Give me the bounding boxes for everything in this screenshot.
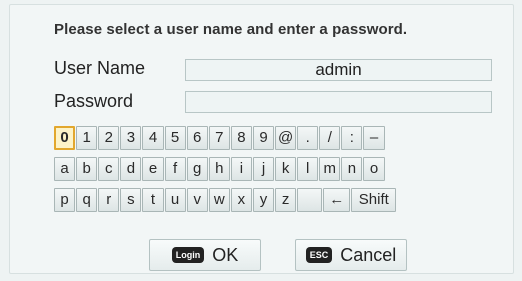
key-l[interactable]: l	[297, 157, 319, 181]
key-dash[interactable]: –	[363, 126, 385, 150]
key-period[interactable]: .	[297, 126, 319, 150]
key-m[interactable]: m	[319, 157, 341, 181]
key-k[interactable]: k	[275, 157, 297, 181]
key-space[interactable]	[297, 188, 323, 212]
key-n[interactable]: n	[341, 157, 363, 181]
key-7[interactable]: 7	[208, 126, 230, 150]
password-field[interactable]	[185, 91, 492, 113]
dialog-prompt: Please select a user name and enter a pa…	[54, 21, 408, 38]
key-s[interactable]: s	[120, 188, 142, 212]
esc-badge-icon: ESC	[305, 247, 333, 263]
key-4[interactable]: 4	[142, 126, 164, 150]
key-3[interactable]: 3	[120, 126, 142, 150]
key-d[interactable]: d	[120, 157, 142, 181]
key-p[interactable]: p	[54, 188, 76, 212]
key-1[interactable]: 1	[76, 126, 98, 150]
key-8[interactable]: 8	[230, 126, 252, 150]
cancel-button[interactable]: ESC Cancel	[295, 239, 407, 271]
key-a[interactable]: a	[54, 157, 76, 181]
key-h[interactable]: h	[208, 157, 230, 181]
backspace-key[interactable]: ←	[323, 188, 351, 212]
key-g[interactable]: g	[186, 157, 208, 181]
key-x[interactable]: x	[230, 188, 252, 212]
key-w[interactable]: w	[208, 188, 230, 212]
key-e[interactable]: e	[142, 157, 164, 181]
login-badge-icon: Login	[171, 247, 205, 263]
key-5[interactable]: 5	[164, 126, 186, 150]
cancel-button-label: Cancel	[340, 244, 397, 265]
key-z[interactable]: z	[275, 188, 297, 212]
ok-button[interactable]: Login OK	[149, 239, 261, 271]
key-2[interactable]: 2	[98, 126, 120, 150]
password-label: Password	[54, 91, 134, 111]
ok-button-label: OK	[212, 244, 239, 265]
key-shift[interactable]: Shift	[351, 188, 397, 212]
key-j[interactable]: j	[252, 157, 275, 181]
key-q[interactable]: q	[76, 188, 98, 212]
key-0[interactable]: 0	[54, 126, 76, 150]
key-t[interactable]: t	[142, 188, 164, 212]
user-name-field[interactable]: admin	[185, 59, 492, 81]
key-at[interactable]: @	[275, 126, 297, 150]
key-r[interactable]: r	[98, 188, 120, 212]
key-b[interactable]: b	[76, 157, 98, 181]
key-colon[interactable]: :	[341, 126, 363, 150]
key-slash[interactable]: /	[319, 126, 341, 150]
key-c[interactable]: c	[98, 157, 120, 181]
key-y[interactable]: y	[252, 188, 275, 212]
key-i[interactable]: i	[230, 157, 252, 181]
key-6[interactable]: 6	[186, 126, 208, 150]
user-name-label: User Name	[54, 58, 146, 78]
key-o[interactable]: o	[363, 157, 385, 181]
key-9[interactable]: 9	[252, 126, 275, 150]
key-v[interactable]: v	[186, 188, 208, 212]
key-f[interactable]: f	[164, 157, 186, 181]
key-u[interactable]: u	[164, 188, 186, 212]
login-dialog: Please select a user name and enter a pa…	[9, 4, 514, 274]
